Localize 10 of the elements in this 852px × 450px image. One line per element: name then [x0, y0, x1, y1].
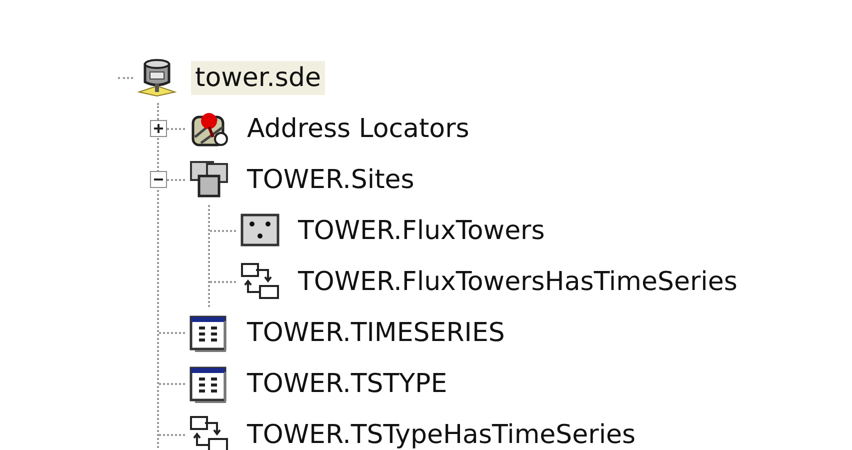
- tree-item[interactable]: TOWER.TIMESERIES: [243, 316, 509, 350]
- tree-item[interactable]: Address Locators: [243, 112, 474, 146]
- tree-item[interactable]: TOWER.Sites: [243, 162, 418, 196]
- tree-item[interactable]: TOWER.FluxTowers: [294, 214, 549, 248]
- tree-item[interactable]: TOWER.TSTypeHasTimeSeries: [243, 418, 640, 450]
- tree-item[interactable]: TOWER.FluxTowersHasTimeSeries: [294, 264, 742, 298]
- tree-item[interactable]: TOWER.TSTYPE: [243, 366, 452, 400]
- expand-toggle[interactable]: [150, 120, 167, 137]
- tree-item[interactable]: tower.sde: [191, 60, 325, 94]
- collapse-toggle[interactable]: [150, 171, 167, 188]
